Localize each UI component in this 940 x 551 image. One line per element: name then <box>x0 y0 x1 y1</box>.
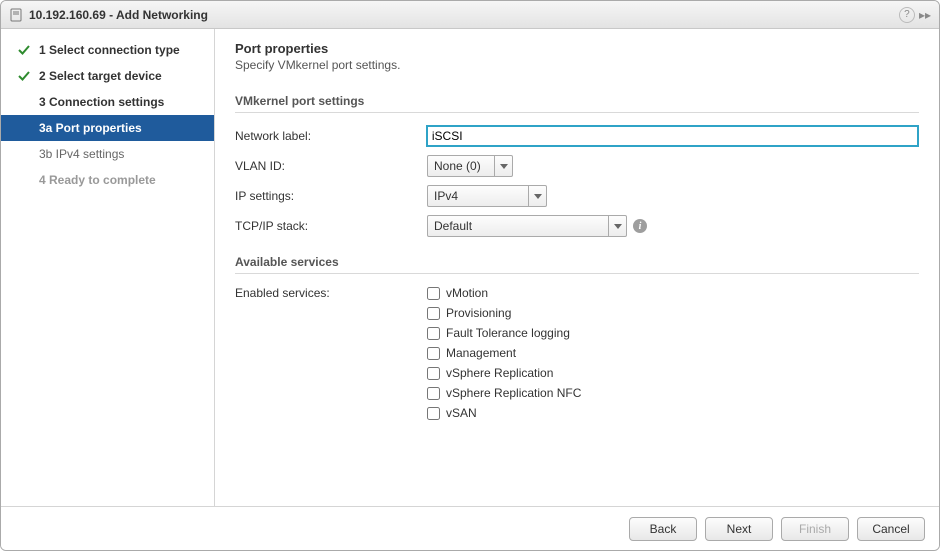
service-vsphere-replication-nfc[interactable]: vSphere Replication NFC <box>427 386 581 400</box>
ip-settings-select[interactable]: IPv4 <box>427 185 547 207</box>
step-connection-type[interactable]: 1 Select connection type <box>1 37 214 63</box>
step-label: 3b IPv4 settings <box>39 145 124 163</box>
network-label-input[interactable] <box>426 125 919 147</box>
titlebar-right: ? ▸▸ <box>899 7 931 23</box>
vlan-id-value: None (0) <box>428 156 494 176</box>
info-icon[interactable]: i <box>633 219 647 233</box>
service-vsan[interactable]: vSAN <box>427 406 581 420</box>
substep-ipv4-settings[interactable]: 3b IPv4 settings <box>1 141 214 167</box>
section-vmkernel: VMkernel port settings <box>235 94 919 113</box>
titlebar: 10.192.160.69 - Add Networking ? ▸▸ <box>1 1 939 29</box>
step-forward-icon[interactable]: ▸▸ <box>919 8 931 22</box>
ip-settings-value: IPv4 <box>428 186 528 206</box>
tcpip-stack-select[interactable]: Default <box>427 215 627 237</box>
wizard-sidebar: 1 Select connection type 2 Select target… <box>1 29 215 506</box>
check-icon <box>17 43 31 57</box>
service-provisioning[interactable]: Provisioning <box>427 306 581 320</box>
service-label: Provisioning <box>446 306 511 320</box>
dialog-footer: Back Next Finish Cancel <box>1 506 939 550</box>
checkbox[interactable] <box>427 387 440 400</box>
services-list: vMotion Provisioning Fault Tolerance log… <box>427 286 581 420</box>
check-icon <box>17 69 31 83</box>
chevron-down-icon <box>608 216 626 236</box>
cancel-button[interactable]: Cancel <box>857 517 925 541</box>
row-network-label: Network label: <box>235 125 919 147</box>
row-vlan-id: VLAN ID: None (0) <box>235 155 919 177</box>
checkbox[interactable] <box>427 287 440 300</box>
checkbox[interactable] <box>427 407 440 420</box>
row-ip-settings: IP settings: IPv4 <box>235 185 919 207</box>
dialog-body: 1 Select connection type 2 Select target… <box>1 29 939 506</box>
service-label: vSphere Replication NFC <box>446 386 581 400</box>
help-icon[interactable]: ? <box>899 7 915 23</box>
chevron-down-icon <box>528 186 546 206</box>
main-panel: Port properties Specify VMkernel port se… <box>215 29 939 506</box>
tcpip-stack-value: Default <box>428 216 608 236</box>
substep-port-properties[interactable]: 3a Port properties <box>1 115 214 141</box>
dialog-title: 10.192.160.69 - Add Networking <box>29 8 893 22</box>
service-label: vSphere Replication <box>446 366 553 380</box>
host-icon <box>9 8 23 22</box>
label-tcpip-stack: TCP/IP stack: <box>235 219 427 233</box>
service-label: Management <box>446 346 516 360</box>
label-vlan-id: VLAN ID: <box>235 159 427 173</box>
service-label: vMotion <box>446 286 488 300</box>
finish-button: Finish <box>781 517 849 541</box>
checkbox[interactable] <box>427 327 440 340</box>
step-label: 1 Select connection type <box>39 41 180 59</box>
step-label: 3 Connection settings <box>39 93 164 111</box>
step-label: 4 Ready to complete <box>39 171 156 189</box>
checkbox[interactable] <box>427 307 440 320</box>
service-vsphere-replication[interactable]: vSphere Replication <box>427 366 581 380</box>
chevron-down-icon <box>494 156 512 176</box>
row-tcpip-stack: TCP/IP stack: Default i <box>235 215 919 237</box>
step-connection-settings[interactable]: 3 Connection settings <box>1 89 214 115</box>
section-services: Available services <box>235 255 919 274</box>
page-subtitle: Specify VMkernel port settings. <box>235 58 919 72</box>
checkbox[interactable] <box>427 367 440 380</box>
step-label: 3a Port properties <box>39 119 142 137</box>
label-enabled-services: Enabled services: <box>235 286 427 420</box>
service-management[interactable]: Management <box>427 346 581 360</box>
page-title: Port properties <box>235 41 919 56</box>
step-ready-complete: 4 Ready to complete <box>1 167 214 193</box>
label-ip-settings: IP settings: <box>235 189 427 203</box>
service-label: Fault Tolerance logging <box>446 326 570 340</box>
service-vmotion[interactable]: vMotion <box>427 286 581 300</box>
checkbox[interactable] <box>427 347 440 360</box>
step-label: 2 Select target device <box>39 67 162 85</box>
add-networking-dialog: 10.192.160.69 - Add Networking ? ▸▸ 1 Se… <box>0 0 940 551</box>
service-label: vSAN <box>446 406 477 420</box>
step-target-device[interactable]: 2 Select target device <box>1 63 214 89</box>
back-button[interactable]: Back <box>629 517 697 541</box>
vlan-id-select[interactable]: None (0) <box>427 155 513 177</box>
service-fault-tolerance[interactable]: Fault Tolerance logging <box>427 326 581 340</box>
label-network-label: Network label: <box>235 129 426 143</box>
row-enabled-services: Enabled services: vMotion Provisioning F… <box>235 286 919 420</box>
next-button[interactable]: Next <box>705 517 773 541</box>
